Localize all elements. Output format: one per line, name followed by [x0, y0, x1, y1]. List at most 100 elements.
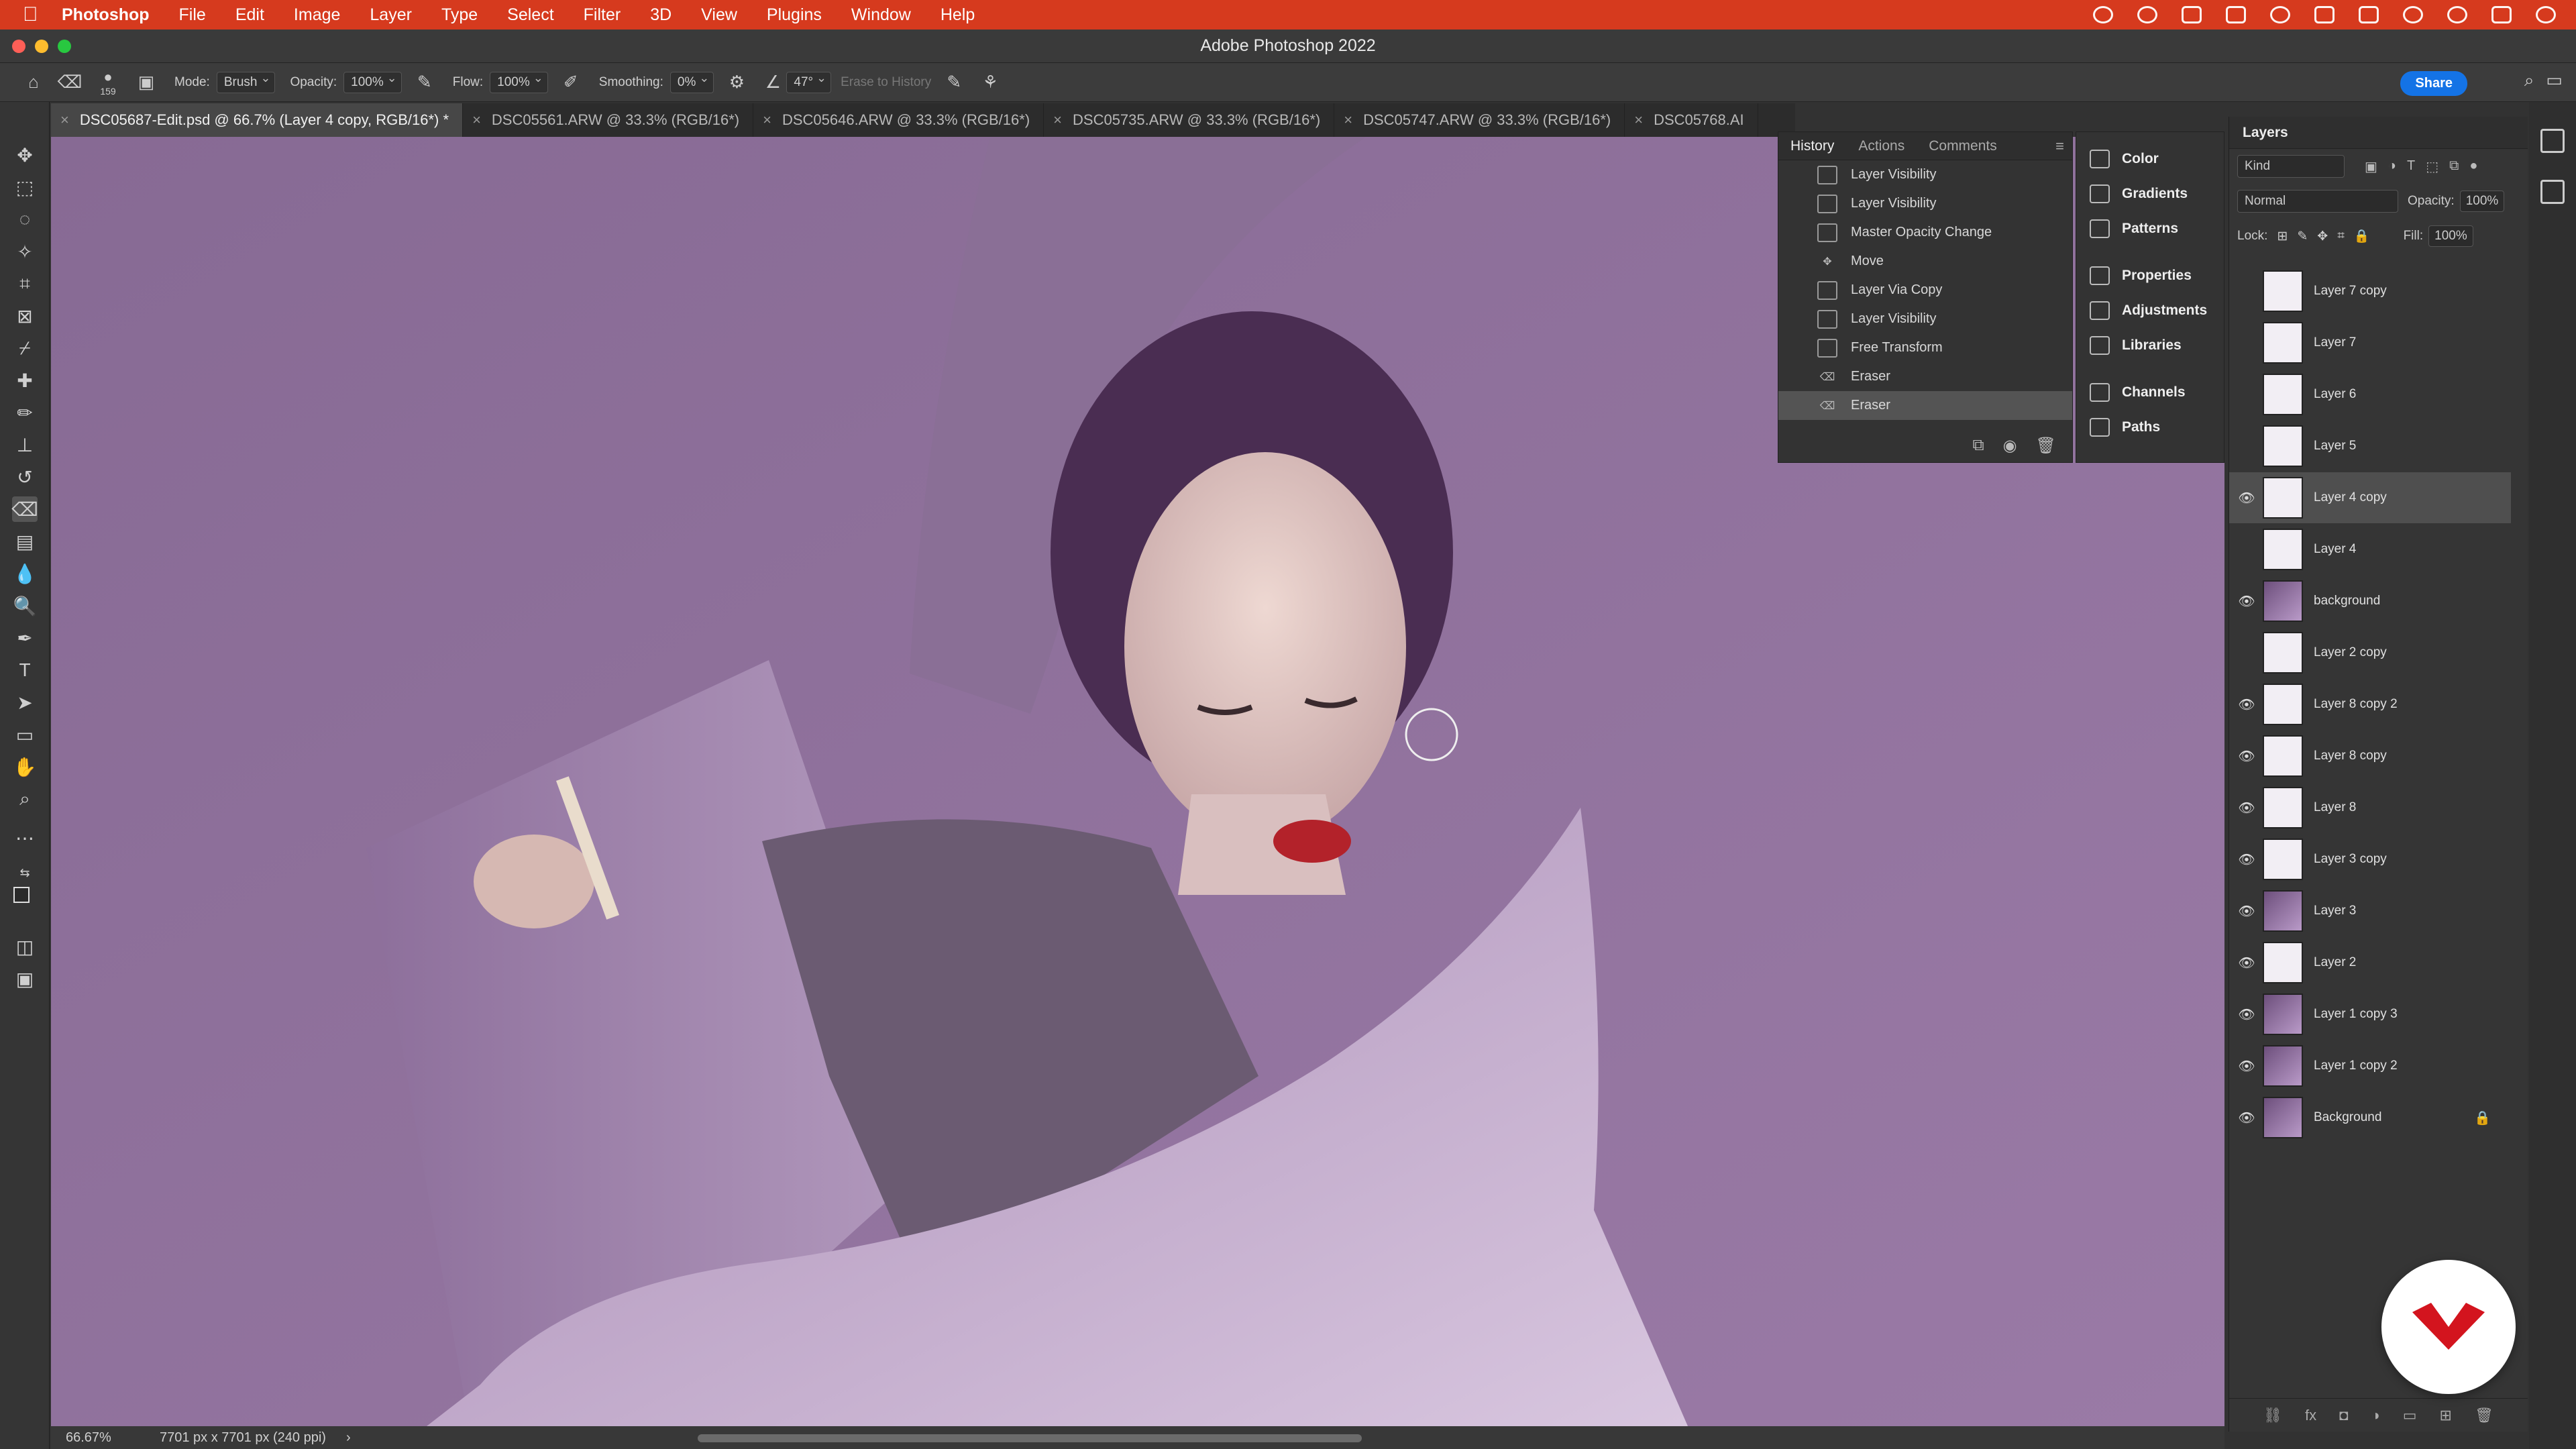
doc-tab-0[interactable]: × DSC05687-Edit.psd @ 66.7% (Layer 4 copy…: [51, 103, 464, 137]
layers-stack-icon[interactable]: [2540, 180, 2565, 204]
adjustment-filter-icon[interactable]: ◑: [2388, 158, 2396, 175]
eye-icon[interactable]: 👁: [2233, 903, 2260, 920]
delete-layer-icon[interactable]: 🗑: [2475, 1407, 2493, 1424]
flow-dropdown[interactable]: 100%: [490, 71, 548, 93]
new-document-from-state-icon[interactable]: ⧉: [1972, 436, 1984, 455]
br-icon[interactable]: [2359, 6, 2379, 23]
layer-name[interactable]: Layer 2 copy: [2314, 645, 2387, 660]
spotlight-icon[interactable]: [2447, 6, 2467, 23]
panel-paths[interactable]: Paths: [2076, 410, 2224, 445]
menu-plugins[interactable]: Plugins: [767, 5, 822, 25]
rectangle-tool-icon[interactable]: ▭: [12, 722, 38, 747]
doc-tab-1[interactable]: × DSC05561.ARW @ 33.3% (RGB/16*): [463, 103, 754, 137]
link-layers-icon[interactable]: ⛓: [2263, 1407, 2282, 1424]
menu-file[interactable]: File: [179, 5, 206, 25]
magic-wand-tool-icon[interactable]: ✧: [12, 239, 38, 264]
layer-row[interactable]: 👁 Background 🔒: [2229, 1092, 2511, 1143]
hand-tool-icon[interactable]: ✋: [12, 754, 38, 780]
layer-row[interactable]: Layer 4: [2229, 524, 2511, 575]
table-panel-icon[interactable]: [2540, 129, 2565, 153]
layer-row[interactable]: Layer 5: [2229, 421, 2511, 472]
foreground-color-swatch[interactable]: [13, 887, 30, 903]
creative-cloud-icon[interactable]: [2093, 6, 2113, 23]
history-item[interactable]: Layer Visibility: [1778, 189, 2072, 218]
eraser-tool-preset-icon[interactable]: ⌫: [56, 69, 83, 96]
panel-properties[interactable]: Properties: [2076, 258, 2224, 293]
eye-icon[interactable]: 👁: [2233, 748, 2260, 765]
add-mask-icon[interactable]: ◘: [2339, 1407, 2348, 1424]
pressure-size-icon[interactable]: ✎: [941, 69, 967, 96]
screen-icon[interactable]: [2182, 6, 2202, 23]
menu-help[interactable]: Help: [941, 5, 975, 25]
angle-input[interactable]: 47°: [786, 71, 832, 93]
smoothing-dropdown[interactable]: 0%: [669, 71, 714, 93]
eye-icon[interactable]: 👁: [2233, 1058, 2260, 1075]
more-tools-icon[interactable]: ⋯: [12, 825, 38, 851]
default-colors-icon[interactable]: ⇆: [12, 860, 38, 885]
control-center-icon[interactable]: [2491, 6, 2512, 23]
eye-icon[interactable]: 👁: [2233, 851, 2260, 868]
document-info[interactable]: 7701 px x 7701 px (240 ppi): [160, 1430, 326, 1446]
type-filter-icon[interactable]: T: [2407, 158, 2415, 175]
panel-menu-icon[interactable]: ≡: [2055, 138, 2064, 155]
home-icon[interactable]: ⌂: [20, 69, 47, 96]
new-group-icon[interactable]: ▭: [2403, 1407, 2417, 1424]
layer-name[interactable]: Layer 1 copy 3: [2314, 1007, 2398, 1022]
layers-title[interactable]: Layers: [2243, 125, 2288, 141]
eye-icon[interactable]: 👁: [2233, 1110, 2260, 1126]
tab-actions[interactable]: Actions: [1858, 138, 1904, 154]
mode-dropdown[interactable]: Brush: [216, 71, 276, 93]
history-item[interactable]: ⌫ Eraser: [1778, 362, 2072, 391]
menu-edit[interactable]: Edit: [235, 5, 264, 25]
menu-photoshop[interactable]: Photoshop: [62, 5, 150, 25]
menu-3d[interactable]: 3D: [650, 5, 672, 25]
display-icon[interactable]: [2226, 6, 2246, 23]
blur-tool-icon[interactable]: 💧: [12, 561, 38, 586]
move-tool-icon[interactable]: ✥: [12, 142, 38, 168]
zoom-tool-icon[interactable]: ⌕: [12, 786, 38, 812]
layer-name[interactable]: Layer 7: [2314, 335, 2356, 350]
history-item[interactable]: ✥ Move: [1778, 247, 2072, 276]
share-button[interactable]: Share: [2400, 71, 2467, 96]
opacity-dropdown[interactable]: 100%: [343, 71, 402, 93]
panel-gradients[interactable]: Gradients: [2076, 176, 2224, 211]
snapshot-camera-icon[interactable]: ◉: [2003, 436, 2017, 455]
home-app-icon[interactable]: [2314, 6, 2334, 23]
layer-row[interactable]: 👁 Layer 3: [2229, 885, 2511, 936]
menu-type[interactable]: Type: [441, 5, 478, 25]
lock-transparency-icon[interactable]: ⊞: [2277, 229, 2288, 244]
eye-icon[interactable]: 👁: [2233, 1006, 2260, 1023]
history-item[interactable]: Free Transform: [1778, 333, 2072, 362]
gradient-tool-icon[interactable]: ▤: [12, 529, 38, 554]
pressure-opacity-icon[interactable]: ✎: [411, 69, 438, 96]
layer-name[interactable]: Layer 6: [2314, 387, 2356, 402]
layer-row[interactable]: 👁 Layer 3 copy: [2229, 834, 2511, 885]
filter-toggle-icon[interactable]: ●: [2469, 158, 2477, 175]
panel-channels[interactable]: Channels: [2076, 375, 2224, 410]
pixel-filter-icon[interactable]: ▣: [2365, 158, 2377, 175]
layer-row[interactable]: 👁 Layer 2: [2229, 937, 2511, 988]
dodge-tool-icon[interactable]: 🔍: [12, 593, 38, 619]
layer-row[interactable]: 👁 Layer 1 copy 2: [2229, 1040, 2511, 1091]
workspace-icon[interactable]: ▭: [2546, 70, 2563, 91]
eye-icon[interactable]: 👁: [2233, 955, 2260, 971]
healing-tool-icon[interactable]: ✚: [12, 368, 38, 393]
crop-tool-icon[interactable]: ⌗: [12, 271, 38, 297]
zoom-window-button[interactable]: [58, 40, 71, 53]
menu-image[interactable]: Image: [294, 5, 340, 25]
type-tool-icon[interactable]: T: [12, 657, 38, 683]
close-tab-icon[interactable]: ×: [763, 111, 771, 129]
marquee-tool-icon[interactable]: ⬚: [12, 174, 38, 200]
horizontal-scrollbar[interactable]: [698, 1434, 1362, 1442]
airbrush-icon[interactable]: ✐: [557, 69, 584, 96]
eyedropper-tool-icon[interactable]: ⌿: [12, 335, 38, 361]
lasso-tool-icon[interactable]: ◌: [12, 207, 38, 232]
eye-icon[interactable]: 👁: [2233, 593, 2260, 610]
menu-view[interactable]: View: [701, 5, 737, 25]
history-item[interactable]: Master Opacity Change: [1778, 218, 2072, 247]
layer-row[interactable]: Layer 7: [2229, 317, 2511, 368]
fx-icon[interactable]: fx: [2305, 1407, 2316, 1424]
layer-name[interactable]: Layer 2: [2314, 955, 2356, 970]
lock-paint-icon[interactable]: ✎: [2297, 229, 2308, 244]
close-tab-icon[interactable]: ×: [60, 111, 69, 129]
